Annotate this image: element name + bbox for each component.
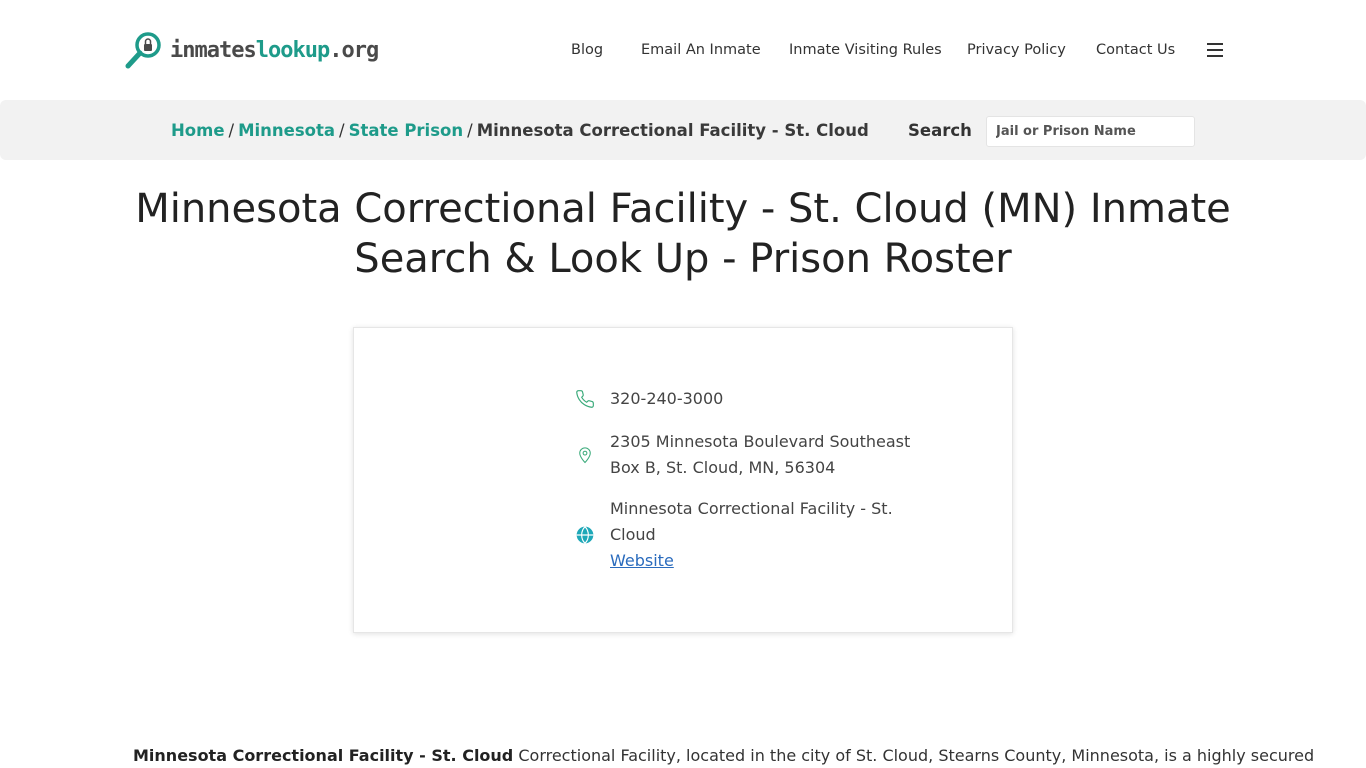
website-link[interactable]: Website [610,551,674,570]
nav-blog[interactable]: Blog [571,42,603,58]
breadcrumb: Home / Minnesota / State Prison / Minnesota Co… [171,121,869,140]
facility-info-card: 320-240-3000 2305 Minnesota Boulevard So… [353,327,1013,633]
site-header: inmateslookup.org Blog Email An Inmate I… [0,0,1366,100]
breadcrumb-home[interactable]: Home [171,121,225,140]
phone-row: 320-240-3000 [574,386,930,412]
phone-number: 320-240-3000 [610,389,724,408]
website-row: Minnesota Correctional Facility - St. Cl… [574,496,930,574]
website-name: Minnesota Correctional Facility - St. Cl… [610,499,893,544]
search-input[interactable] [986,116,1195,147]
page-title: Minnesota Correctional Facility - St. Cl… [135,186,1231,282]
nav-contact-us[interactable]: Contact Us [1096,42,1175,58]
breadcrumb-separator: / [467,121,473,140]
facility-description: Minnesota Correctional Facility - St. Cl… [133,745,1314,767]
breadcrumb-state[interactable]: Minnesota [238,121,335,140]
search-label: Search [908,121,972,140]
main-nav: Blog Email An Inmate Inmate Visiting Rul… [0,40,1366,62]
phone-icon [574,388,596,410]
breadcrumb-current: Minnesota Correctional Facility - St. Cl… [476,121,869,140]
map-pin-icon [574,444,596,466]
nav-privacy-policy[interactable]: Privacy Policy [967,42,1066,58]
description-text: Correctional Facility, located in the ci… [513,746,1315,765]
website-info: Minnesota Correctional Facility - St. Cl… [610,496,930,574]
nav-inmate-visiting-rules[interactable]: Inmate Visiting Rules [789,42,942,58]
globe-icon [574,524,596,546]
facility-address: 2305 Minnesota Boulevard Southeast Box B… [610,432,911,477]
facility-name-bold: Minnesota Correctional Facility - St. Cl… [133,746,514,765]
breadcrumb-separator: / [228,121,235,140]
breadcrumb-separator: / [339,121,345,140]
nav-email-an-inmate[interactable]: Email An Inmate [641,42,761,58]
breadcrumb-category[interactable]: State Prison [349,121,464,140]
address-row: 2305 Minnesota Boulevard Southeast Box B… [574,429,930,481]
hamburger-icon[interactable] [1207,43,1223,57]
